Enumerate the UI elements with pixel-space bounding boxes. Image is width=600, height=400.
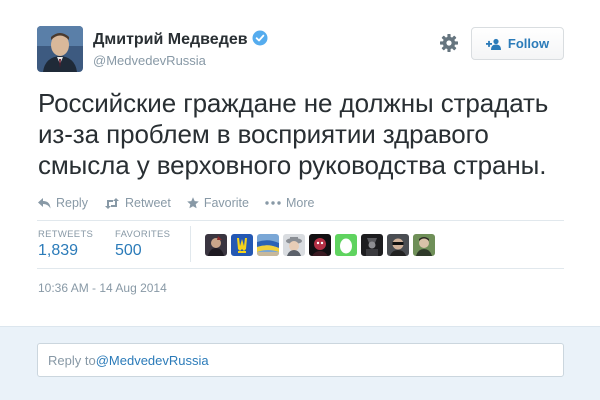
- tweet-text: Российские граждане не должны страдать и…: [38, 88, 549, 180]
- reply-input[interactable]: Reply to @MedvedevRussia: [37, 343, 564, 377]
- favoriter-avatar[interactable]: [309, 234, 331, 256]
- retweet-label: Retweet: [124, 196, 171, 210]
- retweets-stat[interactable]: RETWEETS 1,839: [38, 229, 93, 260]
- follow-button[interactable]: Follow: [471, 27, 564, 60]
- reply-area: Reply to @MedvedevRussia: [0, 326, 600, 400]
- reply-mention: @MedvedevRussia: [95, 352, 209, 368]
- add-user-icon: [485, 38, 502, 50]
- author-handle[interactable]: @MedvedevRussia: [93, 53, 206, 68]
- reply-action[interactable]: Reply: [38, 196, 88, 210]
- favoriter-avatar[interactable]: [231, 234, 253, 256]
- retweet-action[interactable]: Retweet: [104, 196, 171, 210]
- divider: [37, 268, 564, 269]
- divider: [37, 220, 564, 221]
- stats-separator: [190, 226, 191, 262]
- favorites-label: FAVORITES: [115, 229, 171, 240]
- favorite-action[interactable]: Favorite: [187, 196, 249, 210]
- favorite-label: Favorite: [203, 196, 249, 210]
- more-dots-icon: [265, 201, 281, 205]
- author-avatar[interactable]: [37, 26, 83, 72]
- gear-icon[interactable]: [438, 32, 460, 54]
- author-name-text[interactable]: Дмитрий Медведев: [93, 31, 248, 48]
- follow-button-label: Follow: [507, 36, 550, 51]
- tweet-card: Дмитрий Медведев @MedvedevRussia Follow …: [0, 0, 600, 326]
- favoriter-avatar[interactable]: [205, 234, 227, 256]
- favoriters-list: [205, 234, 435, 256]
- favoriter-avatar[interactable]: [335, 234, 357, 256]
- favorites-count[interactable]: 500: [115, 242, 170, 260]
- tweet-timestamp[interactable]: 10:36 AM - 14 Aug 2014: [38, 281, 167, 295]
- tweet-actions: Reply Retweet Favorite More: [38, 196, 314, 210]
- reply-label: Reply: [56, 196, 88, 210]
- retweets-count[interactable]: 1,839: [38, 242, 93, 260]
- reply-icon: [38, 197, 51, 209]
- favorites-stat[interactable]: FAVORITES 500: [115, 229, 170, 260]
- favoriter-avatar[interactable]: [283, 234, 305, 256]
- reply-prefix: Reply to: [48, 352, 96, 368]
- favoriter-avatar[interactable]: [361, 234, 383, 256]
- author-name[interactable]: Дмитрий Медведев: [93, 30, 268, 51]
- verified-badge-icon: [252, 30, 268, 51]
- favoriter-avatar[interactable]: [413, 234, 435, 256]
- favoriter-avatar[interactable]: [257, 234, 279, 256]
- favoriter-avatar[interactable]: [387, 234, 409, 256]
- more-label: More: [285, 196, 315, 210]
- retweets-label: RETWEETS: [38, 229, 94, 240]
- star-icon: [187, 197, 199, 209]
- more-action[interactable]: More: [265, 196, 314, 210]
- retweet-icon: [104, 197, 120, 209]
